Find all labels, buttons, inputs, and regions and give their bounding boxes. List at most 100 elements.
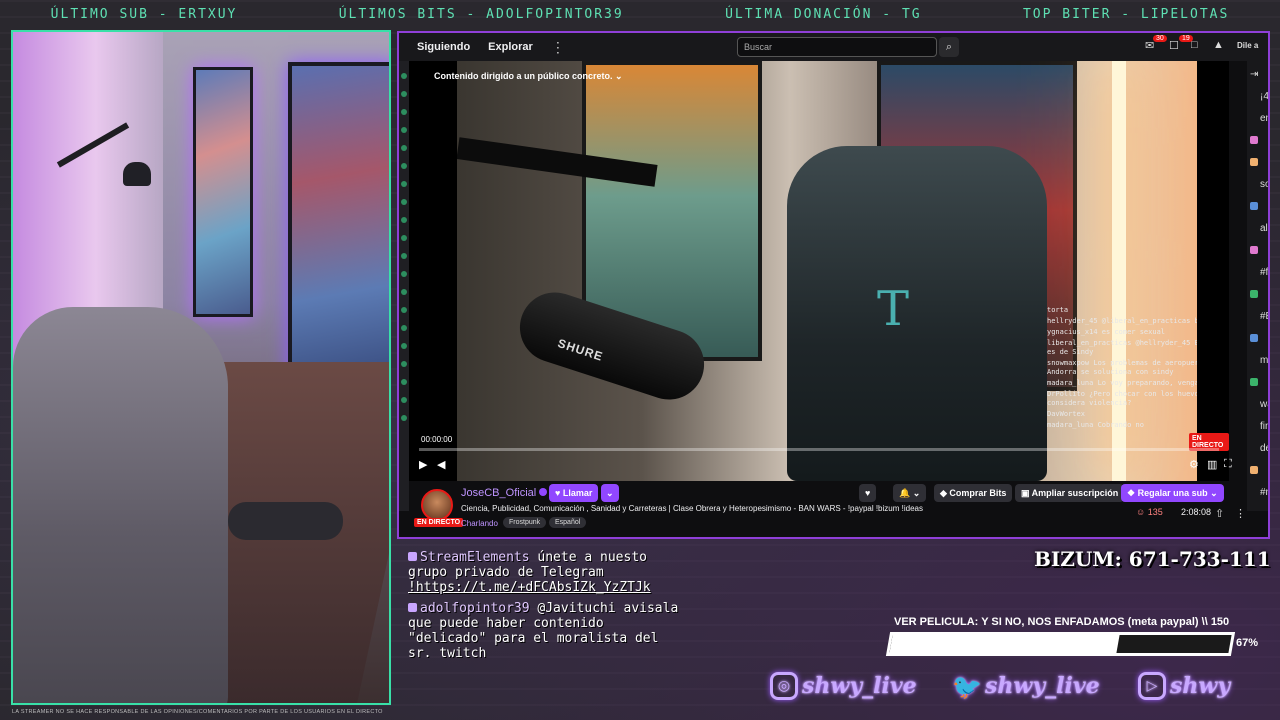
chat-badge-icon (1250, 378, 1258, 387)
last-donation-label: ÚLTIMA DONACIÓN - TG (725, 6, 922, 22)
twitter-icon: 🐦 (952, 671, 982, 701)
in-video-chat: torta hellryder_45 @liberal_en_practicas … (1047, 306, 1197, 432)
side-chat-text: de (1260, 443, 1268, 454)
notifications-bell-icon[interactable]: 🔔 ⌄ (893, 484, 927, 502)
more-options-icon[interactable]: ⋮ (1235, 507, 1246, 520)
stream-title: Ciencia, Publicidad, Comunicación , Sani… (461, 504, 923, 513)
chat-panel-collapsed: ⇥ ¡45 em sor alg #fo #Es mu wa fina de #m (1247, 61, 1268, 511)
side-chat-row: de (1250, 443, 1268, 454)
webcam-poster-left (193, 67, 253, 317)
chat-badge-icon (1250, 158, 1258, 167)
scene-gaming-chair (787, 146, 1047, 481)
crown-icon[interactable]: ▲ (1213, 39, 1224, 51)
side-chat-text: #Es (1260, 311, 1268, 322)
search-icon[interactable]: ⌕ (939, 37, 959, 57)
chat-badge-icon (1250, 246, 1258, 255)
call-dropdown-icon[interactable]: ⌄ (601, 484, 619, 502)
youtube-handle: shwy (1170, 673, 1231, 699)
verified-icon (539, 488, 548, 496)
chat-badge-icon (1250, 114, 1258, 122)
chat-badge-icon (1250, 312, 1258, 320)
tag-spanish[interactable]: Español (549, 517, 587, 528)
stream-category[interactable]: Charlando (461, 519, 498, 528)
side-chat-text: alg (1260, 223, 1268, 234)
chat-badge-icon (1250, 488, 1258, 496)
social-twitter: 🐦 shwy_live (952, 666, 1100, 706)
social-instagram: ◎ shwy_live (770, 666, 917, 706)
top-biter-label: TOP BITER - LIPELOTAS (1022, 6, 1230, 22)
tag-frostpunk[interactable]: Frostpunk (503, 517, 547, 528)
side-chat-row: fina (1250, 421, 1268, 432)
bizum-number: BIZUM: 671-733-111 (1034, 547, 1271, 571)
video-player[interactable]: T SHURE torta hellryder_45 @liberal_en_pr… (409, 61, 1232, 481)
inbox-icon[interactable]: ✉ (1145, 39, 1154, 52)
fullscreen-icon[interactable]: ⛶ (1224, 458, 1232, 471)
last-bits-label: ÚLTIMOS BITS - ADOLFOPINTOR39 (338, 6, 624, 22)
chat-badge-icon (1250, 92, 1258, 100)
follow-heart-icon[interactable]: ♥ (859, 484, 877, 502)
share-icon[interactable]: ⇧ (1215, 507, 1224, 520)
stream-uptime: 2:08:08 (1181, 507, 1212, 517)
in-video-chat-line: torta (1047, 306, 1069, 314)
side-chat-row: sor (1250, 179, 1268, 190)
settings-icon[interactable]: ⚙ (1189, 458, 1199, 471)
twitter-handle: shwy_live (985, 673, 1100, 699)
gift-sub-button[interactable]: ❖ Regalar una sub ⌄ (1121, 484, 1224, 502)
chat-badge-icon (1250, 356, 1258, 364)
in-video-chat-line: DrPollito ¿Pero chocar con los huevos se… (1047, 390, 1197, 407)
chat-badge-icon (1250, 180, 1258, 188)
chat-username: StreamElements (420, 550, 530, 565)
chat-username: adolfopintor39 (420, 601, 530, 616)
chat-badge-icon (1250, 400, 1258, 408)
side-chat-text: fina (1260, 421, 1268, 432)
chat-badge-icon (408, 603, 417, 612)
side-chat-row: wa (1250, 399, 1268, 410)
seek-bar[interactable] (419, 448, 1219, 451)
in-video-chat-line: DavWortex (1047, 410, 1085, 418)
upgrade-sub-button[interactable]: ▣ Ampliar suscripción (1015, 484, 1125, 502)
in-video-chat-line: madara_luna Lo voy preparando, venga (1047, 379, 1197, 387)
buy-bits-button[interactable]: ◆ Comprar Bits (934, 484, 1013, 502)
chat-badge-icon (1250, 422, 1258, 430)
channel-info-bar: EN DIRECTO JoseCB_Oficial ♥ Llamar ⌄ ♥ 🔔… (409, 481, 1247, 537)
channel-avatar[interactable] (421, 489, 453, 521)
side-chat-row (1250, 245, 1260, 256)
last-sub-label: ÚLTIMO SUB - ERTXUY (50, 6, 238, 22)
chat-badge-icon (1250, 136, 1258, 145)
chat-badge-icon (1250, 334, 1258, 343)
live-badge: EN DIRECTO (414, 518, 464, 527)
content-classification-notice[interactable]: Contenido dirigido a un público concreto… (434, 71, 623, 82)
side-chat-text: wa (1260, 399, 1268, 410)
stream-scene: T SHURE torta hellryder_45 @liberal_en_pr… (457, 61, 1197, 481)
instagram-icon: ◎ (770, 672, 798, 700)
nav-following[interactable]: Siguiendo (417, 41, 470, 53)
side-chat-row: #m (1250, 487, 1268, 498)
chat-message: StreamElements únete a nuesto grupo priv… (408, 550, 683, 595)
search-input[interactable]: Buscar (737, 37, 937, 57)
more-menu-icon[interactable]: ⋮ (551, 39, 565, 56)
volume-icon[interactable]: ◀ (437, 458, 445, 471)
theatre-mode-icon[interactable]: ▥ (1207, 458, 1217, 471)
side-chat-text: em (1260, 113, 1268, 124)
whispers-icon[interactable]: ☐ (1169, 39, 1179, 52)
play-icon[interactable]: ▶ (419, 458, 427, 471)
followed-channels-rail (399, 61, 409, 511)
side-chat-row (1250, 377, 1260, 388)
side-chat-row (1250, 333, 1260, 344)
chair-logo: T (877, 281, 910, 337)
side-chat-text: sor (1260, 179, 1268, 190)
channel-name[interactable]: JoseCB_Oficial (461, 487, 548, 499)
chat-link[interactable]: !https://t.me/+dFCAbsIZk_YzZTJk (408, 580, 651, 595)
call-button[interactable]: ♥ Llamar (549, 484, 599, 502)
collapse-chat-icon[interactable]: ⇥ (1250, 69, 1258, 80)
webcam-chair-arm (228, 502, 343, 540)
in-video-chat-line: liberal_en_practicas @hellryder_45 El mé… (1047, 339, 1197, 356)
chat-badge-icon (1250, 290, 1258, 299)
donation-goal-fill (889, 635, 1120, 653)
webcam-poster-right (288, 62, 389, 407)
side-chat-row (1250, 135, 1260, 146)
side-chat-text: #m (1260, 487, 1268, 498)
prime-button[interactable]: Dile a (1237, 41, 1258, 50)
nav-browse[interactable]: Explorar (488, 41, 533, 53)
chat-icon[interactable]: □ (1191, 39, 1198, 51)
